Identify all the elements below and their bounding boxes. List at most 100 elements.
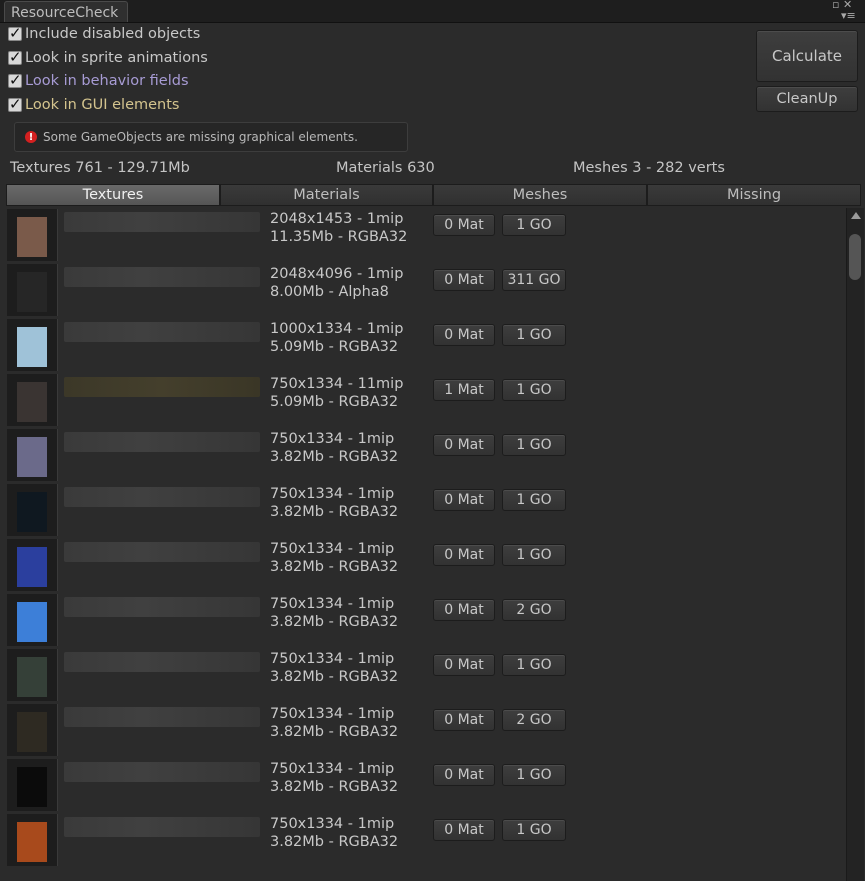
option-label: Look in behavior fields <box>25 73 189 89</box>
gameobjects-count-button[interactable]: 1 GO <box>502 544 566 566</box>
option-sprite-animations[interactable]: Look in sprite animations <box>8 48 208 68</box>
texture-name-field[interactable] <box>64 762 260 782</box>
gameobjects-count-button[interactable]: 1 GO <box>502 489 566 511</box>
texture-thumbnail[interactable] <box>7 264 58 316</box>
thumbnail-image <box>17 602 47 642</box>
texture-thumbnail[interactable] <box>7 539 58 591</box>
cleanup-button[interactable]: CleanUp <box>756 86 858 112</box>
texture-list[interactable]: 2048x1453 - 1mip 11.35Mb - RGBA32 0 Mat 1 G… <box>0 208 846 881</box>
texture-row[interactable]: 750x1334 - 1mip 3.82Mb - RGBA32 0 Mat 2 GO <box>0 703 846 758</box>
texture-row[interactable]: 750x1334 - 11mip 5.09Mb - RGBA32 1 Mat 1 GO <box>0 373 846 428</box>
gameobjects-count-button[interactable]: 1 GO <box>502 764 566 786</box>
tab-materials[interactable]: Materials <box>220 184 433 206</box>
scrollbar[interactable] <box>846 208 864 881</box>
texture-name-field[interactable] <box>64 487 260 507</box>
materials-count-button[interactable]: 0 Mat <box>433 599 495 621</box>
texture-row[interactable]: 750x1334 - 1mip 3.82Mb - RGBA32 0 Mat 1 GO <box>0 648 846 703</box>
texture-size: 5.09Mb - RGBA32 <box>270 394 399 410</box>
gameobjects-count-button[interactable]: 1 GO <box>502 654 566 676</box>
texture-name-field[interactable] <box>64 597 260 617</box>
texture-name-field[interactable] <box>64 707 260 727</box>
texture-row[interactable]: 750x1334 - 1mip 3.82Mb - RGBA32 0 Mat 1 GO <box>0 758 846 813</box>
scroll-up-icon[interactable] <box>851 212 861 219</box>
texture-thumbnail[interactable] <box>7 649 58 701</box>
calculate-button[interactable]: Calculate <box>756 30 858 82</box>
texture-dimensions: 750x1334 - 1mip <box>270 761 395 777</box>
materials-count-button[interactable]: 0 Mat <box>433 544 495 566</box>
option-gui-elements[interactable]: Look in GUI elements <box>8 95 179 115</box>
texture-row[interactable]: 750x1334 - 1mip 3.82Mb - RGBA32 0 Mat 1 GO <box>0 428 846 483</box>
tab-missing[interactable]: Missing <box>647 184 861 206</box>
texture-row[interactable]: 750x1334 - 1mip 3.82Mb - RGBA32 0 Mat 1 GO <box>0 483 846 538</box>
thumbnail-image <box>17 657 47 697</box>
texture-name-field[interactable] <box>64 542 260 562</box>
materials-count-button[interactable]: 0 Mat <box>433 434 495 456</box>
summary-textures: Textures 761 - 129.71Mb <box>10 160 190 176</box>
window-tab[interactable]: ResourceCheck <box>4 1 128 22</box>
texture-thumbnail[interactable] <box>7 594 58 646</box>
texture-row[interactable]: 750x1334 - 1mip 3.82Mb - RGBA32 0 Mat 2 GO <box>0 593 846 648</box>
materials-count-button[interactable]: 1 Mat <box>433 379 495 401</box>
gameobjects-count-button[interactable]: 2 GO <box>502 599 566 621</box>
tab-textures[interactable]: Textures <box>6 184 220 206</box>
texture-name-field[interactable] <box>64 322 260 342</box>
materials-count-button[interactable]: 0 Mat <box>433 654 495 676</box>
gameobjects-count-button[interactable]: 1 GO <box>502 434 566 456</box>
tab-bar: Textures Materials Meshes Missing <box>6 184 861 206</box>
window-menu-icon[interactable]: ▾≡ <box>841 10 856 21</box>
texture-dimensions: 2048x4096 - 1mip <box>270 266 404 282</box>
thumbnail-image <box>17 547 47 587</box>
texture-thumbnail[interactable] <box>7 484 58 536</box>
gameobjects-count-button[interactable]: 2 GO <box>502 709 566 731</box>
checkbox-icon[interactable] <box>8 71 22 89</box>
texture-name-field[interactable] <box>64 652 260 672</box>
texture-thumbnail[interactable] <box>7 319 58 371</box>
gameobjects-count-button[interactable]: 311 GO <box>502 269 566 291</box>
checkbox-icon[interactable] <box>8 95 22 113</box>
texture-info: 750x1334 - 1mip 3.82Mb - RGBA32 <box>270 595 398 631</box>
texture-info: 750x1334 - 11mip 5.09Mb - RGBA32 <box>270 375 403 411</box>
option-behavior-fields[interactable]: Look in behavior fields <box>8 71 189 91</box>
texture-row[interactable]: 750x1334 - 1mip 3.82Mb - RGBA32 0 Mat 1 GO <box>0 538 846 593</box>
materials-count-button[interactable]: 0 Mat <box>433 709 495 731</box>
checkbox-icon[interactable] <box>8 24 22 42</box>
texture-dimensions: 750x1334 - 1mip <box>270 431 395 447</box>
texture-thumbnail[interactable] <box>7 814 58 866</box>
texture-name-field[interactable] <box>64 377 260 397</box>
gameobjects-count-button[interactable]: 1 GO <box>502 214 566 236</box>
materials-count-button[interactable]: 0 Mat <box>433 269 495 291</box>
materials-count-button[interactable]: 0 Mat <box>433 324 495 346</box>
gameobjects-count-button[interactable]: 1 GO <box>502 819 566 841</box>
texture-name-field[interactable] <box>64 432 260 452</box>
materials-count-button[interactable]: 0 Mat <box>433 489 495 511</box>
gameobjects-count-button[interactable]: 1 GO <box>502 379 566 401</box>
texture-thumbnail[interactable] <box>7 429 58 481</box>
texture-info: 750x1334 - 1mip 3.82Mb - RGBA32 <box>270 760 398 796</box>
texture-thumbnail[interactable] <box>7 209 58 261</box>
materials-count-button[interactable]: 0 Mat <box>433 819 495 841</box>
texture-info: 2048x4096 - 1mip 8.00Mb - Alpha8 <box>270 265 403 301</box>
texture-row[interactable]: 2048x4096 - 1mip 8.00Mb - Alpha8 0 Mat 311 … <box>0 263 846 318</box>
texture-row[interactable]: 750x1334 - 1mip 3.82Mb - RGBA32 0 Mat 1 GO <box>0 813 846 868</box>
texture-name-field[interactable] <box>64 212 260 232</box>
texture-dimensions: 750x1334 - 1mip <box>270 596 395 612</box>
texture-thumbnail[interactable] <box>7 759 58 811</box>
materials-count-button[interactable]: 0 Mat <box>433 214 495 236</box>
texture-name-field[interactable] <box>64 817 260 837</box>
texture-thumbnail[interactable] <box>7 704 58 756</box>
texture-name-field[interactable] <box>64 267 260 287</box>
texture-dimensions: 750x1334 - 11mip <box>270 376 404 392</box>
texture-dimensions: 2048x1453 - 1mip <box>270 211 404 227</box>
scroll-thumb[interactable] <box>849 234 861 280</box>
texture-thumbnail[interactable] <box>7 374 58 426</box>
checkbox-icon[interactable] <box>8 48 22 66</box>
texture-info: 750x1334 - 1mip 3.82Mb - RGBA32 <box>270 650 398 686</box>
texture-row[interactable]: 2048x1453 - 1mip 11.35Mb - RGBA32 0 Mat 1 G… <box>0 208 846 263</box>
materials-count-button[interactable]: 0 Mat <box>433 764 495 786</box>
thumbnail-image <box>17 437 47 477</box>
tab-meshes[interactable]: Meshes <box>433 184 647 206</box>
option-include-disabled[interactable]: Include disabled objects <box>8 24 200 44</box>
gameobjects-count-button[interactable]: 1 GO <box>502 324 566 346</box>
texture-row[interactable]: 1000x1334 - 1mip 5.09Mb - RGBA32 0 Mat 1 GO <box>0 318 846 373</box>
thumbnail-image <box>17 382 47 422</box>
